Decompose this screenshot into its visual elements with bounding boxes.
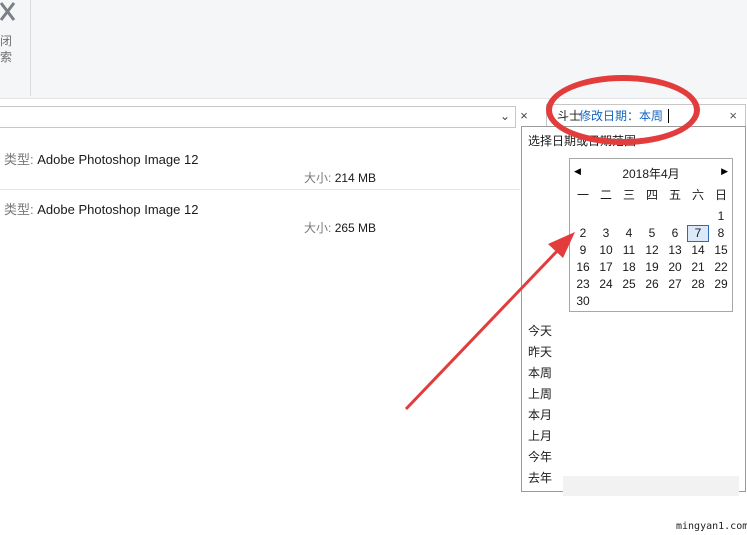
- annotation-arrow: [404, 232, 575, 411]
- watermark: mingyan1.com: [676, 521, 747, 532]
